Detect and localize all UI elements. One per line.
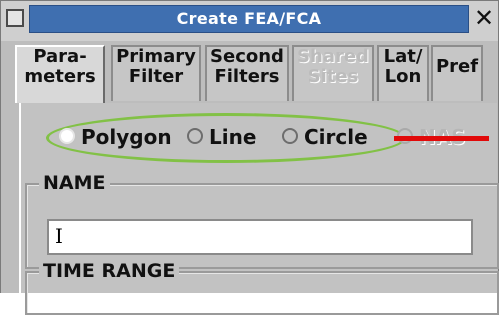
- tab-lat-lon[interactable]: Lat/ Lon: [377, 45, 429, 101]
- name-group: NAME I: [25, 172, 499, 269]
- tab-label-line2: Sites: [307, 66, 359, 87]
- tab-label-line2: meters: [24, 66, 96, 87]
- tab-parameters[interactable]: Para- meters: [15, 45, 105, 105]
- radio-indicator-icon: [282, 128, 298, 144]
- tab-bar: Para- meters Primary Filter Second Filte…: [1, 45, 498, 105]
- tab-label-line2: Lon: [384, 66, 422, 87]
- radio-label: Polygon: [81, 125, 172, 149]
- strike-bar: [394, 136, 489, 141]
- tab-shared-sites: Shared Sites: [292, 45, 374, 101]
- radio-label: Line: [209, 125, 257, 149]
- time-range-group: TIME RANGE: [25, 260, 499, 315]
- close-icon[interactable]: ✕: [471, 3, 497, 33]
- tab-label-line1: Shared: [297, 46, 369, 67]
- name-input[interactable]: I: [47, 219, 473, 255]
- window-menu-icon[interactable]: [6, 9, 24, 27]
- create-fea-fca-window: Create FEA/FCA ✕ Para- meters Primary Fi…: [0, 0, 499, 315]
- tab-second-filters[interactable]: Second Filters: [205, 45, 289, 101]
- shape-radio-group: Polygon Line Circle NAS: [31, 113, 491, 163]
- title-bar-fill[interactable]: Create FEA/FCA: [29, 5, 469, 33]
- tab-label-line1: Primary: [116, 46, 196, 67]
- parameters-panel: Polygon Line Circle NAS NAME I TIME RANG…: [19, 103, 499, 315]
- tab-primary-filter[interactable]: Primary Filter: [111, 45, 201, 101]
- panel-left-edge: [1, 103, 19, 293]
- tab-label-line2: Filter: [128, 66, 184, 87]
- tab-pref[interactable]: Pref: [431, 45, 483, 101]
- radio-label: Circle: [304, 125, 368, 149]
- tab-label-line1: Para-: [33, 46, 87, 67]
- tab-label-line2: Filters: [214, 66, 280, 87]
- tab-label-line1: Pref: [435, 56, 479, 77]
- radio-indicator-icon: [187, 128, 203, 144]
- time-range-group-label: TIME RANGE: [39, 260, 180, 282]
- radio-indicator-icon: [59, 128, 75, 144]
- name-group-label: NAME: [39, 172, 110, 194]
- tab-label-line1: Second: [210, 46, 284, 67]
- title-bar: Create FEA/FCA ✕: [1, 1, 498, 41]
- tab-label-line1: Lat/: [383, 46, 423, 67]
- window-title: Create FEA/FCA: [176, 9, 322, 28]
